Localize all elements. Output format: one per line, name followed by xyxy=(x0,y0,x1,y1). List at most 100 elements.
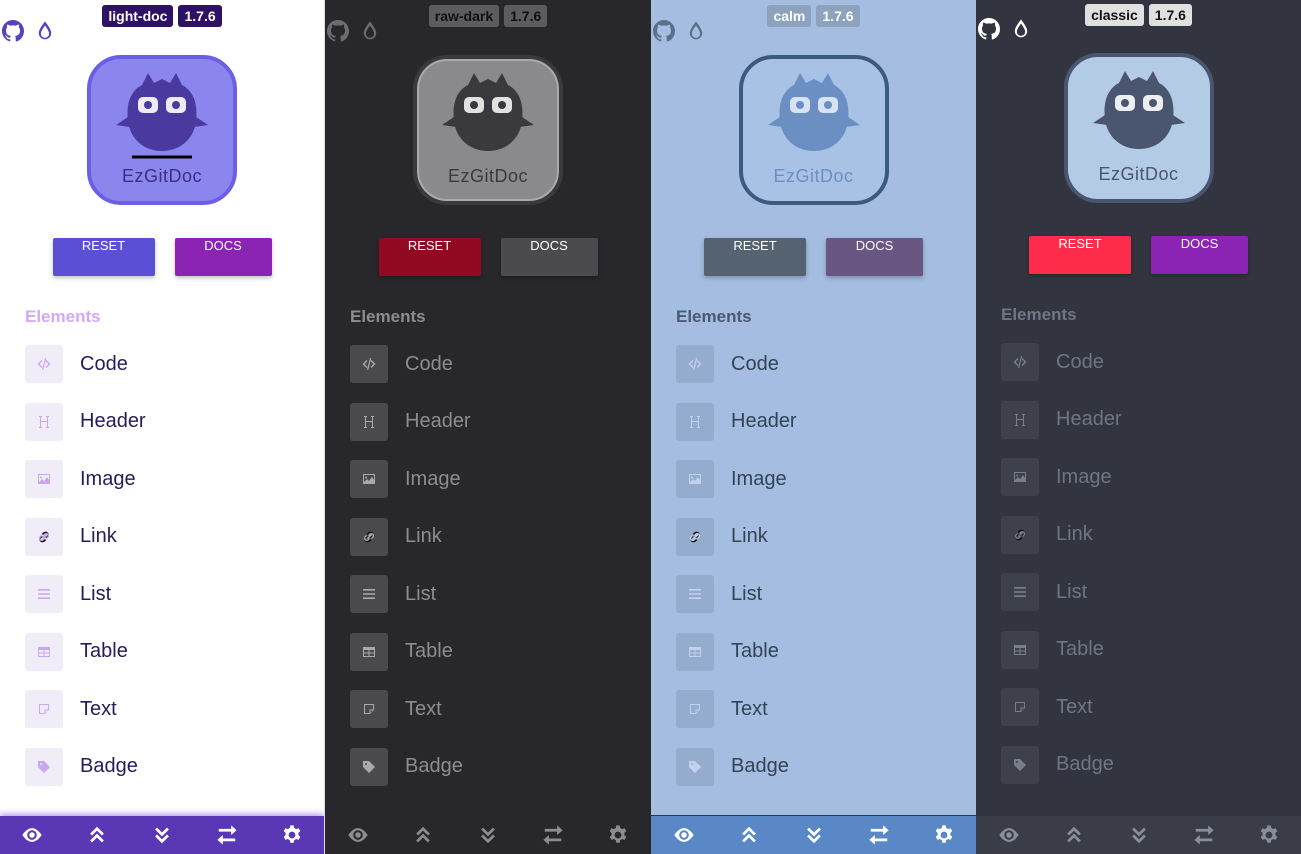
element-label: Code xyxy=(1056,350,1104,373)
element-item-badge[interactable]: Badge xyxy=(350,747,651,786)
table-icon xyxy=(1001,630,1039,669)
element-item-code[interactable]: Code xyxy=(350,345,651,383)
element-label: Image xyxy=(731,467,787,490)
element-item-list[interactable]: List xyxy=(1001,573,1301,611)
eye-icon[interactable] xyxy=(673,824,695,846)
element-label: Text xyxy=(80,697,117,720)
element-item-image[interactable]: Image xyxy=(350,460,651,498)
action-buttons: RESET DOCS xyxy=(976,236,1301,274)
ezgitdoc-logo: EzGitDoc xyxy=(738,55,889,205)
gear-icon[interactable] xyxy=(1258,824,1280,846)
element-label: Table xyxy=(1056,638,1104,660)
reset-button[interactable]: RESET xyxy=(704,238,806,276)
element-label: Header xyxy=(731,410,797,432)
elements-section-title: Elements xyxy=(1001,305,1077,324)
swap-icon[interactable] xyxy=(868,824,890,846)
code-icon xyxy=(1001,343,1039,381)
element-item-badge[interactable]: Badge xyxy=(676,747,976,786)
element-label: Code xyxy=(731,352,779,375)
element-label: Table xyxy=(80,640,128,662)
gear-icon[interactable] xyxy=(607,824,629,846)
element-item-link[interactable]: Link xyxy=(1001,515,1301,554)
element-item-text[interactable]: Text xyxy=(25,690,324,728)
docs-button[interactable]: DOCS xyxy=(500,238,598,276)
text-icon xyxy=(1001,688,1039,726)
element-item-list[interactable]: List xyxy=(25,575,324,613)
element-item-link[interactable]: Link xyxy=(350,517,651,556)
bottom-toolbar xyxy=(976,816,1301,854)
element-label: Image xyxy=(80,467,136,490)
element-item-header[interactable]: Header xyxy=(350,402,651,441)
docs-button[interactable]: DOCS xyxy=(826,238,923,276)
header-icon xyxy=(350,402,388,441)
element-item-image[interactable]: Image xyxy=(676,460,976,498)
logo-text: EzGitDoc xyxy=(121,166,203,186)
reset-button[interactable]: RESET xyxy=(52,238,155,276)
element-item-table[interactable]: Table xyxy=(1001,630,1301,669)
docs-button[interactable]: DOCS xyxy=(1151,236,1248,274)
action-buttons: RESET DOCS xyxy=(325,238,651,276)
element-item-link[interactable]: Link xyxy=(25,517,324,556)
element-item-code[interactable]: Code xyxy=(25,345,324,383)
chevrons-up-icon[interactable] xyxy=(738,824,760,846)
list-icon xyxy=(25,575,63,613)
element-label: Text xyxy=(1056,695,1093,718)
code-icon xyxy=(25,345,63,383)
link-icon xyxy=(1001,515,1039,554)
eye-icon[interactable] xyxy=(347,824,369,846)
gear-icon[interactable] xyxy=(281,824,303,846)
link-icon xyxy=(350,517,388,556)
theme-panel-classic: classic 1.7.6 EzGitDoc RESET DOCS Elemen… xyxy=(976,0,1301,854)
link-icon xyxy=(676,517,714,556)
element-item-image[interactable]: Image xyxy=(25,460,324,498)
eye-icon[interactable] xyxy=(21,824,43,846)
list-icon xyxy=(350,575,388,613)
swap-icon[interactable] xyxy=(542,824,564,846)
element-item-list[interactable]: List xyxy=(350,575,651,613)
version-badge: 1.7.6 xyxy=(816,5,860,27)
eye-icon[interactable] xyxy=(998,824,1020,846)
element-item-badge[interactable]: Badge xyxy=(1001,745,1301,784)
chevrons-up-icon[interactable] xyxy=(412,824,434,846)
element-item-table[interactable]: Table xyxy=(350,632,651,671)
chevrons-down-icon[interactable] xyxy=(477,824,499,846)
element-item-list[interactable]: List xyxy=(676,575,976,613)
elements-section-title: Elements xyxy=(676,307,752,326)
element-item-image[interactable]: Image xyxy=(1001,458,1301,496)
element-label: Header xyxy=(405,410,471,432)
element-item-text[interactable]: Text xyxy=(350,690,651,728)
swap-icon[interactable] xyxy=(1193,824,1215,846)
element-label: Badge xyxy=(405,755,463,777)
chevrons-up-icon[interactable] xyxy=(1063,824,1085,846)
chevrons-down-icon[interactable] xyxy=(1128,824,1150,846)
reset-button[interactable]: RESET xyxy=(378,238,481,276)
element-item-text[interactable]: Text xyxy=(676,690,976,728)
element-label: Badge xyxy=(731,755,789,777)
element-item-text[interactable]: Text xyxy=(1001,688,1301,726)
element-item-link[interactable]: Link xyxy=(676,517,976,556)
element-item-table[interactable]: Table xyxy=(676,632,976,671)
logo-text: EzGitDoc xyxy=(447,166,529,186)
swap-icon[interactable] xyxy=(216,824,238,846)
element-item-header[interactable]: Header xyxy=(1001,400,1301,439)
element-item-table[interactable]: Table xyxy=(25,632,324,671)
badge-icon xyxy=(676,747,714,786)
chevrons-up-icon[interactable] xyxy=(86,824,108,846)
reset-button[interactable]: RESET xyxy=(1029,236,1131,274)
element-item-header[interactable]: Header xyxy=(25,402,324,441)
version-badges: classic 1.7.6 xyxy=(976,4,1301,26)
theme-name-badge: classic xyxy=(1085,4,1144,26)
element-item-code[interactable]: Code xyxy=(676,345,976,383)
docs-button[interactable]: DOCS xyxy=(174,238,272,276)
chevrons-down-icon[interactable] xyxy=(803,824,825,846)
action-buttons: RESET DOCS xyxy=(0,238,324,276)
owl-icon xyxy=(767,73,860,151)
element-item-code[interactable]: Code xyxy=(1001,343,1301,381)
chevrons-down-icon[interactable] xyxy=(151,824,173,846)
badge-icon xyxy=(350,747,388,786)
badge-icon xyxy=(25,747,63,786)
element-item-header[interactable]: Header xyxy=(676,402,976,441)
element-label: Table xyxy=(731,640,779,662)
gear-icon[interactable] xyxy=(933,824,955,846)
element-item-badge[interactable]: Badge xyxy=(25,747,324,786)
